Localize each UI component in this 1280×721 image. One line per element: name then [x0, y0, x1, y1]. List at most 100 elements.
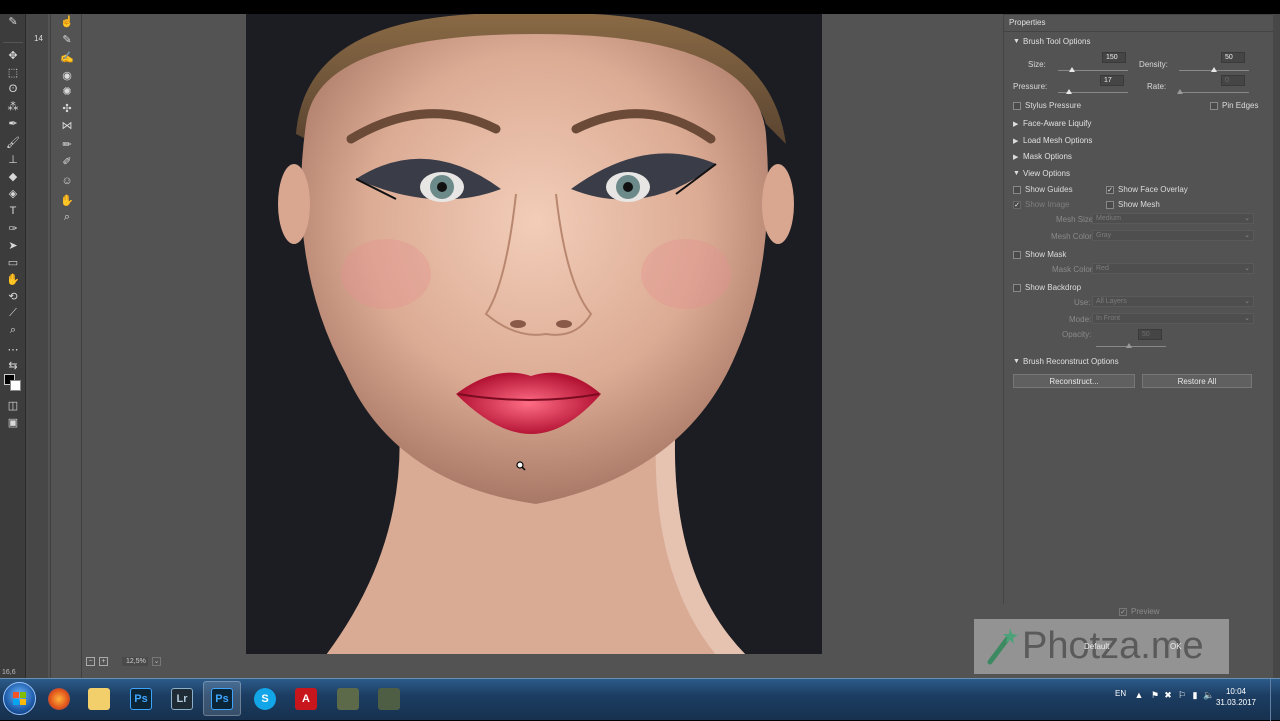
background-color[interactable]: [10, 380, 21, 391]
checkmark-icon[interactable]: ✓: [1106, 185, 1114, 194]
mode-select[interactable]: In Front ⌄: [1092, 313, 1254, 324]
section-mask-options[interactable]: ▶ Mask Options: [1013, 152, 1072, 161]
section-load-mesh-options[interactable]: ▶ Load Mesh Options: [1013, 136, 1092, 145]
chevron-down-icon[interactable]: ⌄: [152, 656, 161, 666]
signal-icon[interactable]: ▮: [1190, 690, 1200, 700]
preview-checkbox[interactable]: ✓ Preview: [1119, 607, 1159, 616]
reconstruct-button[interactable]: Reconstruct...: [1013, 374, 1135, 388]
start-button[interactable]: [3, 682, 36, 715]
quick-mask-icon[interactable]: ◫: [5, 398, 21, 412]
hand-tool-icon[interactable]: ✋: [59, 193, 75, 207]
move-tool-icon[interactable]: ✥: [5, 48, 21, 62]
checkbox-box[interactable]: [1013, 101, 1021, 110]
opacity-slider[interactable]: [1096, 343, 1166, 348]
pressure-input[interactable]: 17: [1100, 75, 1124, 86]
slider-knob[interactable]: [1069, 67, 1075, 72]
taskbar-photoshop[interactable]: Ps: [122, 681, 160, 716]
twirl-clockwise-tool-icon[interactable]: ◉: [59, 68, 75, 82]
density-slider[interactable]: [1179, 67, 1249, 72]
section-face-aware-liquify[interactable]: ▶ Face-Aware Liquify: [1013, 119, 1091, 128]
ruler-tool-icon[interactable]: ⟋: [5, 306, 21, 320]
brush-tool-icon[interactable]: 🖌: [5, 135, 21, 149]
size-input[interactable]: 150: [1102, 52, 1126, 63]
rotate-view-tool-icon[interactable]: ⟲: [5, 289, 21, 303]
reconstruct-tool-icon[interactable]: ✎: [59, 32, 75, 46]
paint-bucket-tool-icon[interactable]: ◈: [5, 186, 21, 200]
zoom-out-icon[interactable]: −: [86, 656, 95, 666]
pucker-tool-icon[interactable]: ✺: [59, 84, 75, 98]
zoom-level[interactable]: 12,5%: [122, 656, 148, 666]
swap-colors-icon[interactable]: ⇆: [5, 358, 21, 372]
density-input[interactable]: 50: [1221, 52, 1245, 63]
face-tool-icon[interactable]: ☺: [59, 174, 75, 188]
show-desktop-button[interactable]: [1270, 679, 1280, 721]
slider-knob[interactable]: [1126, 343, 1132, 348]
section-view-options[interactable]: ▼ View Options: [1013, 169, 1070, 178]
slider-knob[interactable]: [1177, 89, 1183, 94]
hand-tool-icon[interactable]: ✋: [5, 272, 21, 286]
taskbar-lightroom[interactable]: Lr: [163, 681, 201, 716]
show-guides-checkbox[interactable]: Show Guides: [1013, 185, 1073, 194]
mesh-color-select[interactable]: Gray ⌄: [1092, 230, 1254, 241]
more-tools-icon[interactable]: ⋯: [5, 342, 21, 356]
rectangle-tool-icon[interactable]: ▭: [5, 255, 21, 269]
eyedropper-tool-icon[interactable]: ✒: [5, 116, 21, 130]
taskbar-app-2[interactable]: [370, 681, 408, 716]
taskbar-acrobat[interactable]: A: [287, 681, 325, 716]
pin-edges-checkbox[interactable]: Pin Edges: [1210, 101, 1258, 110]
slider-knob[interactable]: [1211, 67, 1217, 72]
freeze-mask-tool-icon[interactable]: ✏: [59, 137, 75, 151]
flag-icon[interactable]: ⚐: [1177, 690, 1187, 700]
pen-tool-icon[interactable]: ✑: [5, 221, 21, 235]
rate-slider[interactable]: [1177, 89, 1249, 94]
section-brush-tool-options[interactable]: ▼ Brush Tool Options: [1013, 37, 1090, 46]
clone-stamp-tool-icon[interactable]: ⊥: [5, 152, 21, 166]
eraser-tool-icon[interactable]: ◆: [5, 169, 21, 183]
checkbox-box[interactable]: [1013, 250, 1021, 259]
thaw-mask-tool-icon[interactable]: ✐: [59, 154, 75, 168]
panel-scrollbar[interactable]: [1273, 14, 1280, 678]
photo-canvas[interactable]: [246, 14, 822, 655]
taskbar-app-1[interactable]: [329, 681, 367, 716]
slider-knob[interactable]: [1066, 89, 1072, 94]
forward-warp-tool-icon[interactable]: ☝: [59, 14, 75, 28]
language-indicator[interactable]: EN: [1115, 689, 1126, 698]
show-mesh-checkbox[interactable]: Show Mesh: [1106, 200, 1160, 209]
zoom-tool-icon[interactable]: ⌕: [5, 323, 21, 337]
opacity-input[interactable]: 50: [1138, 329, 1162, 340]
checkbox-box[interactable]: [1013, 185, 1021, 194]
checkmark-icon[interactable]: ✓: [1013, 200, 1021, 209]
taskbar-skype[interactable]: S: [246, 681, 284, 716]
push-left-tool-icon[interactable]: ⋈: [59, 118, 75, 132]
mesh-size-select[interactable]: Medium ⌄: [1092, 213, 1254, 224]
marquee-tool-icon[interactable]: ⬚: [5, 65, 21, 79]
mask-color-select[interactable]: Red ⌄: [1092, 263, 1254, 274]
show-image-checkbox[interactable]: ✓ Show Image: [1013, 200, 1069, 209]
smooth-tool-icon[interactable]: ✍: [59, 50, 75, 64]
type-tool-icon[interactable]: T: [5, 204, 21, 218]
checkbox-box[interactable]: [1106, 200, 1114, 209]
path-select-tool-icon[interactable]: ➤: [5, 238, 21, 252]
taskbar-firefox[interactable]: [40, 681, 78, 716]
taskbar-photoshop-active[interactable]: Ps: [203, 681, 241, 716]
rate-input[interactable]: 0: [1221, 75, 1245, 86]
show-backdrop-checkbox[interactable]: Show Backdrop: [1013, 283, 1081, 292]
quick-select-tool-icon[interactable]: ⁂: [5, 99, 21, 113]
checkmark-icon[interactable]: ✓: [1119, 607, 1127, 616]
checkbox-box[interactable]: [1210, 101, 1218, 110]
size-slider[interactable]: [1058, 67, 1128, 72]
pressure-slider[interactable]: [1058, 89, 1128, 94]
color-swatches[interactable]: [4, 374, 22, 392]
section-brush-reconstruct-options[interactable]: ▼ Brush Reconstruct Options: [1013, 357, 1119, 366]
lasso-tool-icon[interactable]: ʘ: [5, 82, 21, 96]
show-mask-checkbox[interactable]: Show Mask: [1013, 250, 1066, 259]
bloat-tool-icon[interactable]: ✣: [59, 101, 75, 115]
use-select[interactable]: All Layers ⌄: [1092, 296, 1254, 307]
restore-all-button[interactable]: Restore All: [1142, 374, 1252, 388]
zoom-tool-icon[interactable]: ⌕: [59, 210, 75, 224]
zoom-in-icon[interactable]: +: [99, 656, 108, 666]
show-hidden-icons-icon[interactable]: ▲: [1134, 690, 1144, 700]
volume-icon[interactable]: 🔈: [1203, 690, 1214, 700]
clock[interactable]: 10:04 31.03.2017: [1216, 686, 1256, 708]
screen-mode-icon[interactable]: ▣: [5, 415, 21, 429]
